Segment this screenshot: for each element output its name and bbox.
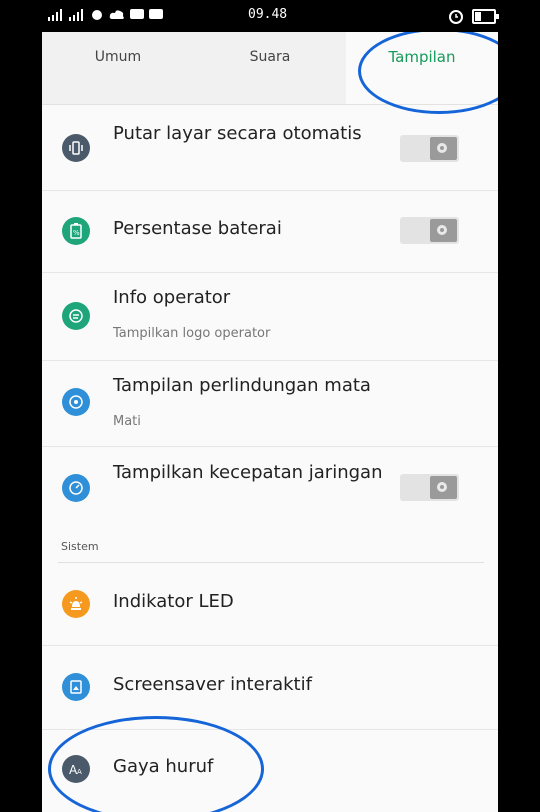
section-label-system: Sistem bbox=[61, 540, 99, 553]
signal-icon bbox=[48, 9, 62, 21]
network-speed-toggle[interactable] bbox=[400, 474, 459, 501]
setting-title: Persentase baterai bbox=[113, 218, 282, 239]
display-settings-panel: Umum Suara Tampilan Putar layar secara o… bbox=[42, 32, 498, 812]
auto-rotate-toggle[interactable] bbox=[400, 135, 459, 162]
clock: 09.48 bbox=[248, 7, 288, 22]
cloud-upload-icon bbox=[109, 10, 124, 19]
setting-operator-info[interactable]: Info operator Tampilkan logo operator bbox=[42, 272, 498, 361]
message-icon bbox=[149, 9, 163, 19]
alarm-icon bbox=[449, 10, 463, 24]
operator-icon bbox=[62, 302, 90, 330]
setting-subtitle: Tampilkan logo operator bbox=[113, 326, 271, 341]
battery-icon: % bbox=[62, 217, 90, 245]
signal-icon-2 bbox=[69, 9, 83, 21]
setting-interactive-screensaver[interactable]: Screensaver interaktif bbox=[42, 645, 498, 730]
setting-title: Indikator LED bbox=[113, 591, 234, 612]
annotation-circle-font bbox=[48, 716, 264, 812]
tab-umum[interactable]: Umum bbox=[42, 32, 194, 104]
svg-text:%: % bbox=[73, 229, 80, 237]
setting-led-indicator[interactable]: Indikator LED bbox=[42, 563, 498, 646]
setting-title: Putar layar secara otomatis bbox=[113, 123, 362, 144]
status-bar: 09.48 bbox=[0, 0, 540, 32]
setting-network-speed[interactable]: Tampilkan kecepatan jaringan bbox=[42, 446, 498, 530]
eye-protection-icon bbox=[62, 388, 90, 416]
setting-auto-rotate[interactable]: Putar layar secara otomatis bbox=[42, 108, 498, 191]
setting-subtitle: Mati bbox=[113, 414, 141, 429]
setting-title: Tampilan perlindungan mata bbox=[113, 375, 371, 396]
setting-eye-protection[interactable]: Tampilan perlindungan mata Mati bbox=[42, 360, 498, 447]
setting-title: Screensaver interaktif bbox=[113, 674, 312, 695]
status-right bbox=[448, 8, 499, 24]
battery-percentage-toggle[interactable] bbox=[400, 217, 459, 244]
tab-suara[interactable]: Suara bbox=[194, 32, 346, 104]
setting-battery-percentage[interactable]: % Persentase baterai bbox=[42, 190, 498, 273]
screen-rotate-icon bbox=[62, 134, 90, 162]
screensaver-icon bbox=[62, 673, 90, 701]
notification-icon bbox=[92, 10, 102, 20]
bbm-icon bbox=[130, 9, 144, 19]
setting-title: Tampilkan kecepatan jaringan bbox=[113, 462, 383, 483]
battery-icon bbox=[472, 8, 499, 24]
speed-icon bbox=[62, 474, 90, 502]
led-icon bbox=[62, 590, 90, 618]
status-left bbox=[48, 8, 163, 22]
setting-title: Info operator bbox=[113, 287, 231, 308]
